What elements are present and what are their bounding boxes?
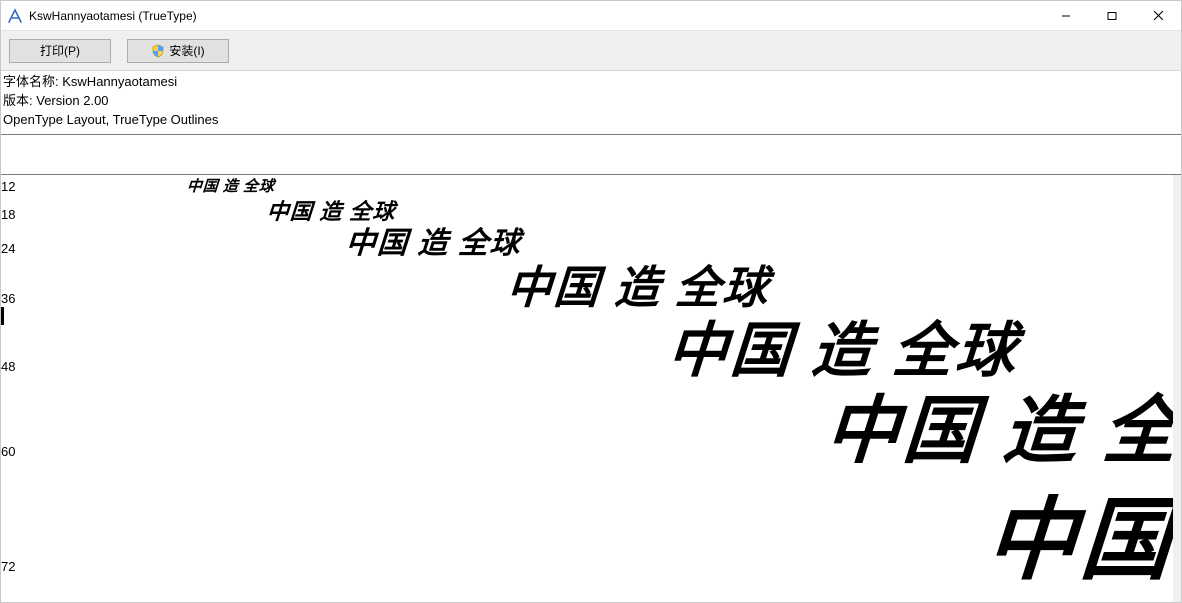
font-layout-line: OpenType Layout, TrueType Outlines — [3, 111, 1179, 130]
shield-icon — [151, 44, 165, 58]
font-name-line: 字体名称: KswHannyaotamesi — [3, 73, 1179, 92]
preview-row: 36中国 造 全球 — [1, 251, 1181, 302]
font-name-label: 字体名称: — [3, 74, 59, 89]
size-label: 12 — [1, 179, 21, 194]
maximize-button[interactable] — [1089, 1, 1135, 30]
size-label: 60 — [1, 444, 21, 459]
window-controls — [1043, 1, 1181, 30]
install-button-label: 安装(I) — [169, 42, 204, 59]
vertical-scrollbar[interactable] — [1173, 175, 1181, 602]
titlebar: KswHannyaotamesi (TrueType) — [1, 1, 1181, 31]
window-title: KswHannyaotamesi (TrueType) — [29, 9, 197, 23]
install-button[interactable]: 安装(I) — [127, 39, 229, 63]
font-version-value: Version 2.00 — [36, 93, 108, 108]
preview-row: 72中国 造 全球 — [1, 467, 1181, 573]
text-caret — [1, 307, 4, 325]
minimize-button[interactable] — [1043, 1, 1089, 30]
sample-text: 中国 造 全球 — [186, 175, 275, 196]
sample-text: 中国 造 全球 — [822, 371, 1181, 478]
preview-area: 12中国 造 全球18中国 造 全球24中国 造 全球36中国 造 全球48中国… — [1, 175, 1181, 602]
print-button-label: 打印(P) — [40, 42, 80, 59]
font-viewer-window: KswHannyaotamesi (TrueType) 打印(P) — [0, 0, 1182, 603]
app-icon — [7, 8, 23, 24]
font-version-line: 版本: Version 2.00 — [3, 92, 1179, 111]
preview-row: 18中国 造 全球 — [1, 194, 1181, 218]
print-button[interactable]: 打印(P) — [9, 39, 111, 63]
preview-row: 48中国 造 全球 — [1, 302, 1181, 371]
preview-row: 60中国 造 全球 — [1, 371, 1181, 467]
size-label: 72 — [1, 559, 21, 574]
font-info: 字体名称: KswHannyaotamesi 版本: Version 2.00 … — [1, 71, 1181, 135]
preview-row: 12 中国 造 全球 — [1, 175, 1181, 194]
preview-rows: 12中国 造 全球18中国 造 全球24中国 造 全球36中国 造 全球48中国… — [1, 175, 1181, 573]
font-version-label: 版本: — [3, 93, 33, 108]
font-name-value: KswHannyaotamesi — [62, 74, 177, 89]
preview-row: 24中国 造 全球 — [1, 218, 1181, 251]
spacer-band — [1, 135, 1181, 175]
close-button[interactable] — [1135, 1, 1181, 30]
toolbar: 打印(P) 安装(I) — [1, 31, 1181, 71]
sample-text: 中国 造 全球 — [982, 467, 1181, 597]
